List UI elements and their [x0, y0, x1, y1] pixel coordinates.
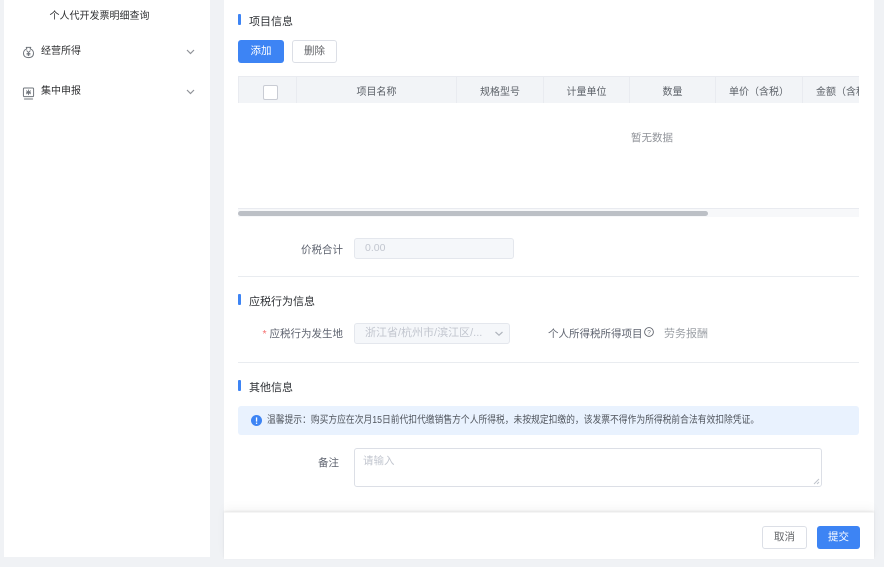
- svg-text:?: ?: [647, 329, 651, 336]
